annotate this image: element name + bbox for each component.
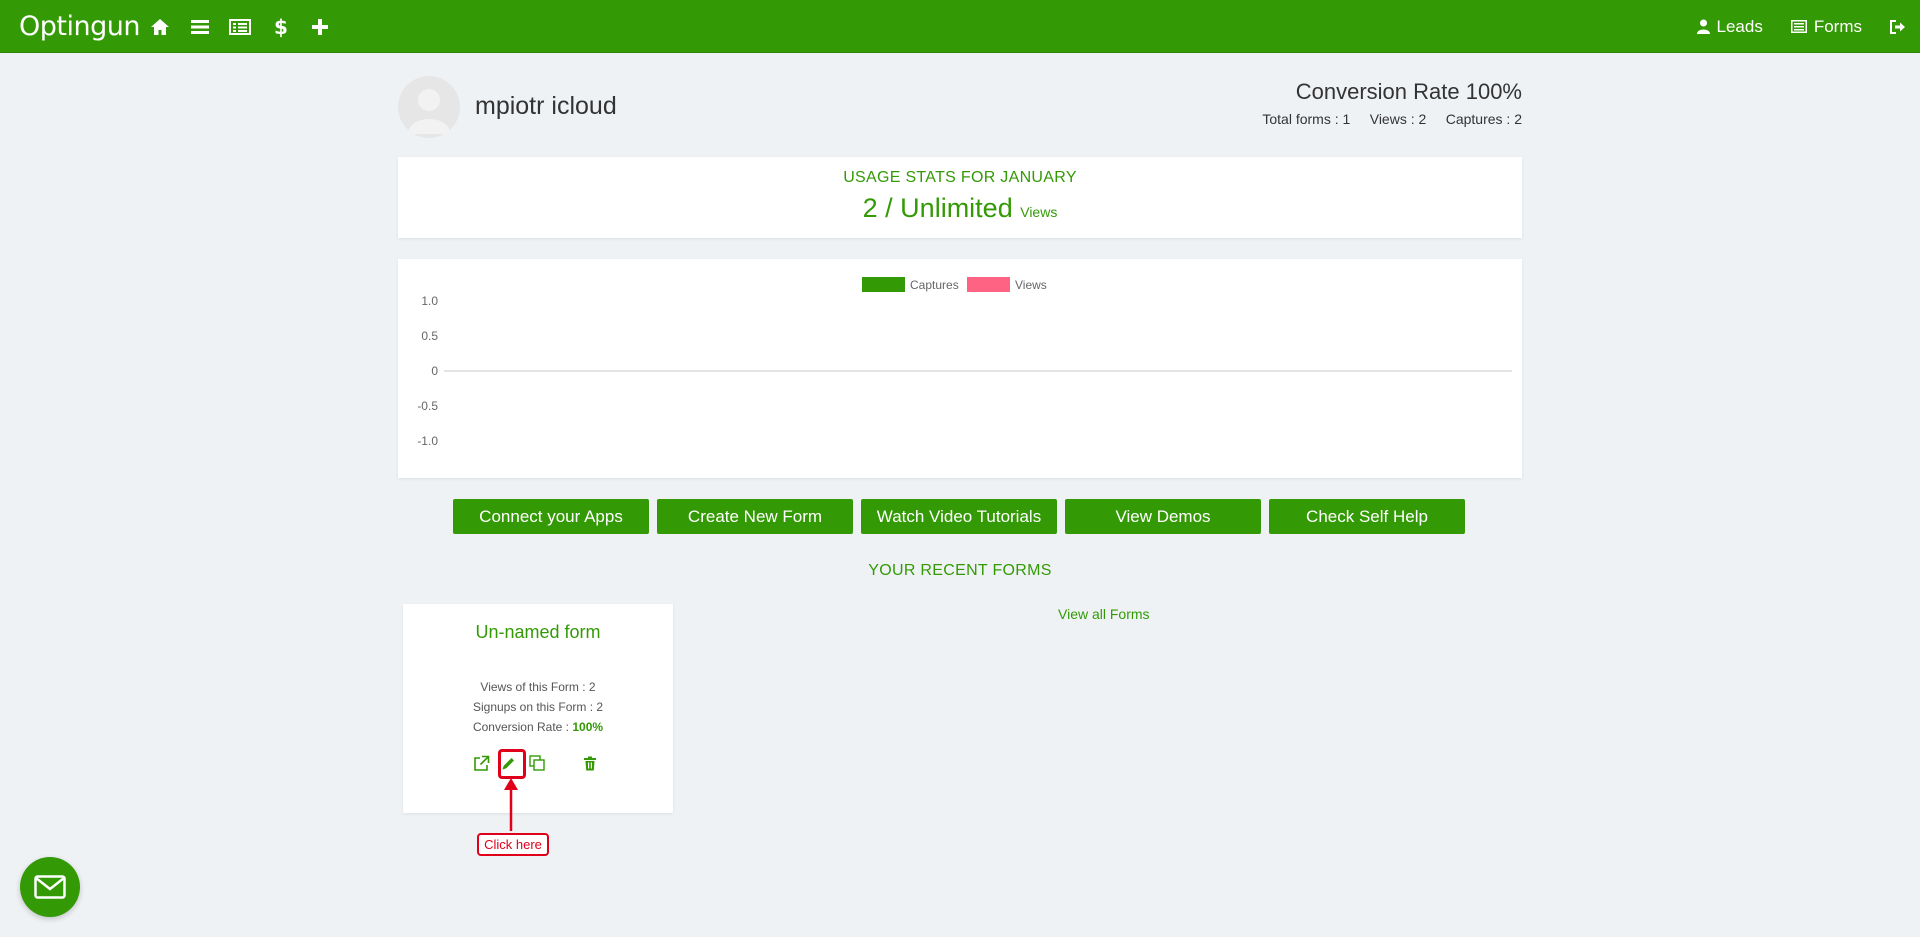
dollar-icon[interactable]: $ [260,14,300,40]
connect-apps-button[interactable]: Connect your Apps [453,499,649,534]
nav-leads-link[interactable]: Leads [1696,16,1763,37]
stats-chart: Captures Views 1.0 0.5 0 -0.5 -1.0 [398,259,1522,478]
legend-label-views: Views [1015,278,1047,292]
create-new-form-button[interactable]: Create New Form [657,499,853,534]
check-self-help-button[interactable]: Check Self Help [1269,499,1465,534]
legend-label-captures: Captures [910,278,959,292]
home-icon[interactable] [140,14,180,40]
avatar [398,76,460,138]
usage-stats-card: USAGE STATS FOR JANUARY 2 / Unlimited Vi… [398,157,1522,238]
usage-title: USAGE STATS FOR JANUARY [843,169,1077,186]
user-icon [1696,19,1710,34]
logout-icon[interactable] [1890,19,1906,34]
nav-leads-label: Leads [1716,16,1763,36]
form-conversion-label: Conversion Rate : [472,720,573,734]
trash-icon[interactable] [579,752,601,774]
form-name[interactable]: Un-named form [403,622,673,643]
nav-right: Leads Forms [1696,0,1920,53]
copy-icon[interactable] [526,752,548,774]
form-stats: Views of this Form : 2 Signups on this F… [403,677,673,737]
external-link-icon[interactable] [470,752,492,774]
usage-unit: Views [1020,204,1058,220]
y-tick-label: 0 [431,364,438,378]
usage-count: 2 / Unlimited [862,193,1013,223]
y-tick-label: 1.0 [421,294,438,308]
recent-forms-title: YOUR RECENT FORMS [868,562,1052,579]
form-card: Un-named form Views of this Form : 2 Sig… [403,604,673,813]
view-all-forms-link[interactable]: View all Forms [1058,606,1150,622]
forms-icon [1790,20,1807,33]
y-tick-label: -1.0 [417,434,438,448]
watch-video-tutorials-button[interactable]: Watch Video Tutorials [861,499,1057,534]
usage-value: 2 / Unlimited Views [398,193,1522,224]
form-conversion-value: 100% [572,720,604,734]
legend-swatch-captures[interactable] [862,277,905,292]
form-actions [403,752,673,774]
y-tick-label: 0.5 [421,329,438,343]
user-name: mpiotr icloud [475,92,617,120]
action-buttons: Connect your Apps Create New Form Watch … [453,499,1465,534]
legend-swatch-views[interactable] [967,277,1010,292]
plus-icon[interactable] [300,14,340,40]
nav-forms-label: Forms [1813,16,1862,36]
form-signups: Signups on this Form : 2 [472,700,604,714]
chart-svg: Captures Views 1.0 0.5 0 -0.5 -1.0 [417,277,1512,448]
view-demos-button[interactable]: View Demos [1065,499,1261,534]
form-conversion: Conversion Rate : 100% [403,717,673,737]
y-tick-label: -0.5 [417,399,438,413]
conversion-rate-summary: Conversion Rate 100% [1295,79,1522,104]
brand-logo[interactable]: Optingun [19,11,140,42]
forms-list-icon[interactable] [220,14,260,40]
click-here-label: Click here [477,833,549,856]
nav-forms-link[interactable]: Forms [1790,16,1862,37]
edit-highlight-box [498,749,526,779]
list-icon[interactable] [180,14,220,40]
mail-icon[interactable] [20,857,80,917]
svg-text:$: $ [274,16,287,38]
nav-icons: $ [140,14,340,40]
totals-summary: Total forms : 1 Views : 2 Captures : 2 [1262,111,1522,127]
form-views: Views of this Form : 2 [480,680,596,694]
top-navbar: Optingun $ Leads Forms [0,0,1920,53]
